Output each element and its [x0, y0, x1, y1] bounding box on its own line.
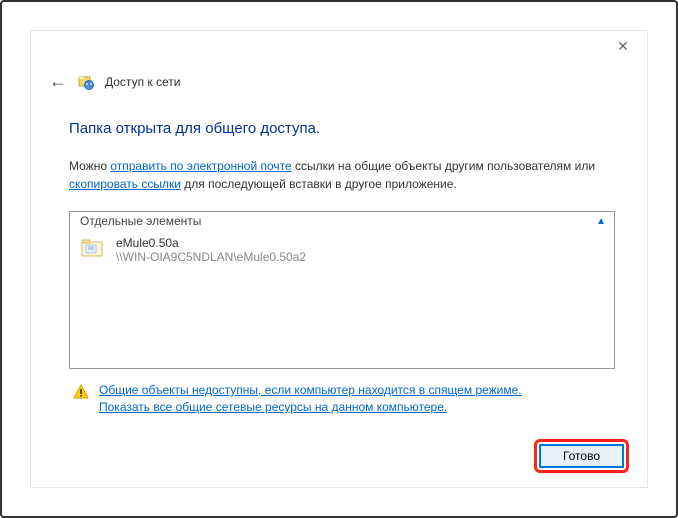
- shared-items-panel: Отдельные элементы ▲ eMule0.50a \\WIN-OI…: [69, 211, 615, 369]
- done-button[interactable]: Готово: [539, 444, 624, 468]
- titlebar: ✕: [31, 31, 647, 63]
- show-all-shares-link[interactable]: Показать все общие сетевые ресурсы на да…: [99, 400, 522, 414]
- desc-mid: ссылки на общие объекты другим пользоват…: [292, 159, 595, 173]
- dialog-content: Папка открыта для общего доступа. Можно …: [31, 96, 647, 426]
- shared-items-header[interactable]: Отдельные элементы ▲: [70, 212, 614, 230]
- desc-prefix: Можно: [69, 159, 110, 173]
- chevron-up-icon: ▲: [596, 216, 606, 227]
- sleep-mode-link[interactable]: Общие объекты недоступны, если компьютер…: [99, 383, 522, 397]
- warning-icon: [73, 384, 89, 404]
- main-heading: Папка открыта для общего доступа.: [69, 120, 615, 137]
- warning-section: Общие объекты недоступны, если компьютер…: [69, 383, 615, 414]
- dialog-title: Доступ к сети: [105, 75, 180, 89]
- shared-item-path: \\WIN-OIA9C5NDLAN\eMule0.50a2: [116, 250, 306, 264]
- shared-items-label: Отдельные элементы: [80, 214, 201, 228]
- shared-item-row[interactable]: eMule0.50a \\WIN-OIA9C5NDLAN\eMule0.50a2: [70, 230, 614, 270]
- back-button[interactable]: ←: [49, 71, 67, 92]
- shared-item-name: eMule0.50a: [116, 236, 306, 250]
- highlight-annotation: Готово: [534, 439, 629, 473]
- close-button[interactable]: ✕: [603, 33, 643, 59]
- email-link[interactable]: отправить по электронной почте: [110, 159, 291, 173]
- network-sharing-dialog: ✕ ← Доступ к сети Папка открыта для обще…: [30, 30, 648, 488]
- dialog-footer: Готово: [534, 439, 629, 473]
- folder-icon: [80, 236, 106, 264]
- dialog-header: ← Доступ к сети: [31, 63, 647, 96]
- shared-item-text: eMule0.50a \\WIN-OIA9C5NDLAN\eMule0.50a2: [116, 236, 306, 264]
- description-text: Можно отправить по электронной почте ссы…: [69, 157, 615, 193]
- desc-suffix: для последующей вставки в другое приложе…: [181, 177, 457, 191]
- copy-link[interactable]: скопировать ссылки: [69, 177, 181, 191]
- warning-links: Общие объекты недоступны, если компьютер…: [99, 383, 522, 414]
- close-icon: ✕: [617, 38, 629, 55]
- network-folder-icon: [77, 73, 95, 91]
